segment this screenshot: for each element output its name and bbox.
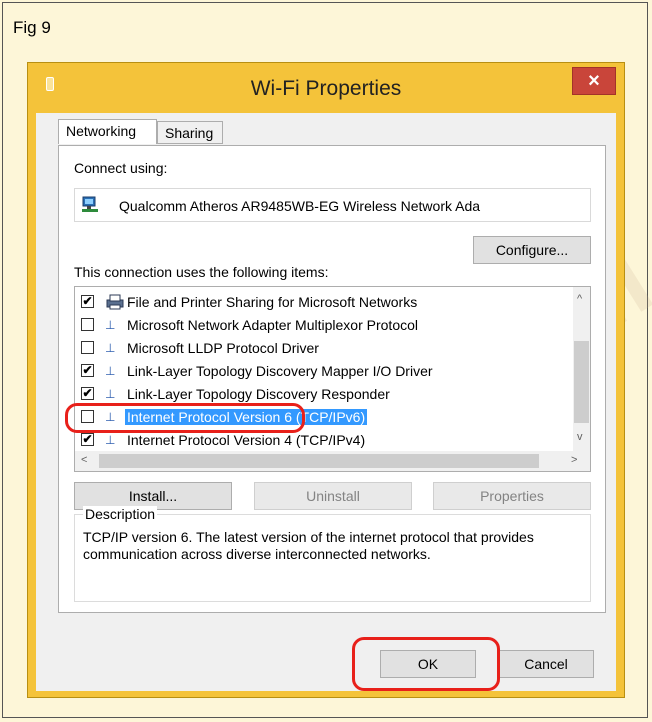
install-button-label: Install... <box>128 488 178 504</box>
networking-panel: Connect using: Qualcomm Atheros AR9485WB… <box>58 145 606 613</box>
dialog-body: Networking Sharing Connect using: Qualco… <box>36 113 616 691</box>
adapter-name: Qualcomm Atheros AR9485WB-EG Wireless Ne… <box>119 198 481 214</box>
items-label: This connection uses the following items… <box>74 264 329 280</box>
cancel-button[interactable]: Cancel <box>498 650 594 678</box>
scroll-right-icon[interactable]: > <box>571 454 577 466</box>
checkbox[interactable]: ✔ <box>81 433 94 446</box>
checkbox[interactable]: ✔ <box>81 364 94 377</box>
properties-button-label: Properties <box>480 488 544 504</box>
title-bar[interactable]: Wi-Fi Properties × <box>28 63 624 113</box>
horizontal-scroll-thumb[interactable] <box>99 454 539 468</box>
list-item-label: Link-Layer Topology Discovery Mapper I/O… <box>127 363 433 379</box>
tab-sharing[interactable]: Sharing <box>157 121 223 144</box>
checkbox[interactable]: ✔ <box>81 295 94 308</box>
checkbox[interactable] <box>81 318 94 331</box>
checkbox[interactable]: ✔ <box>81 387 94 400</box>
description-title: Description <box>83 506 158 522</box>
list-item-label: Link-Layer Topology Discovery Responder <box>127 386 390 402</box>
scroll-left-icon[interactable]: < <box>81 454 87 466</box>
figure-label: Fig 9 <box>13 18 51 37</box>
list-item[interactable]: ✔ File and Printer Sharing for Microsoft… <box>75 291 555 314</box>
dialog-title: Wi-Fi Properties <box>250 77 402 100</box>
items-list[interactable]: ✔ File and Printer Sharing for Microsoft… <box>74 286 591 472</box>
list-item[interactable]: ✔ ⊥ Link-Layer Topology Discovery Mapper… <box>75 360 555 383</box>
close-button[interactable]: × <box>572 67 616 95</box>
highlight-callout <box>352 637 500 691</box>
scroll-down-icon[interactable]: v <box>577 431 583 443</box>
list-item-label: Internet Protocol Version 4 (TCP/IPv4) <box>127 432 366 448</box>
list-item[interactable]: ⊥ Microsoft Network Adapter Multiplexor … <box>75 314 555 337</box>
protocol-icon: ⊥ <box>105 341 116 355</box>
protocol-icon: ⊥ <box>105 364 116 378</box>
uninstall-button[interactable]: Uninstall <box>254 482 412 510</box>
highlight-callout <box>65 403 305 433</box>
configure-button-label: Configure... <box>495 242 569 258</box>
vertical-scrollbar[interactable]: ^ v <box>573 287 590 451</box>
close-icon: × <box>588 70 600 92</box>
protocol-icon: ⊥ <box>105 318 116 332</box>
vertical-scroll-thumb[interactable] <box>574 341 589 423</box>
description-text: TCP/IP version 6. The latest version of … <box>83 529 534 562</box>
tab-networking[interactable]: Networking <box>58 119 157 144</box>
wifi-properties-dialog: Wi-Fi Properties × Networking Sharing Co… <box>27 62 625 698</box>
protocol-icon: ⊥ <box>105 433 116 447</box>
connect-using-label: Connect using: <box>74 160 168 176</box>
list-item[interactable]: ⊥ Microsoft LLDP Protocol Driver <box>75 337 555 360</box>
cancel-button-label: Cancel <box>524 656 568 672</box>
uninstall-button-label: Uninstall <box>306 488 360 504</box>
printer-network-icon <box>106 294 124 310</box>
configure-button[interactable]: Configure... <box>473 236 591 264</box>
protocol-icon: ⊥ <box>105 387 116 401</box>
horizontal-scrollbar[interactable]: < > <box>75 451 590 471</box>
adapter-field: Qualcomm Atheros AR9485WB-EG Wireless Ne… <box>74 188 591 222</box>
checkbox[interactable] <box>81 341 94 354</box>
properties-button[interactable]: Properties <box>433 482 591 510</box>
list-item-label: Microsoft Network Adapter Multiplexor Pr… <box>127 317 418 333</box>
list-item-label: File and Printer Sharing for Microsoft N… <box>127 294 418 310</box>
description-group: Description TCP/IP version 6. The latest… <box>74 506 591 602</box>
scroll-up-icon[interactable]: ^ <box>577 293 582 305</box>
list-item-label: Microsoft LLDP Protocol Driver <box>127 340 319 356</box>
network-adapter-icon <box>82 196 98 212</box>
